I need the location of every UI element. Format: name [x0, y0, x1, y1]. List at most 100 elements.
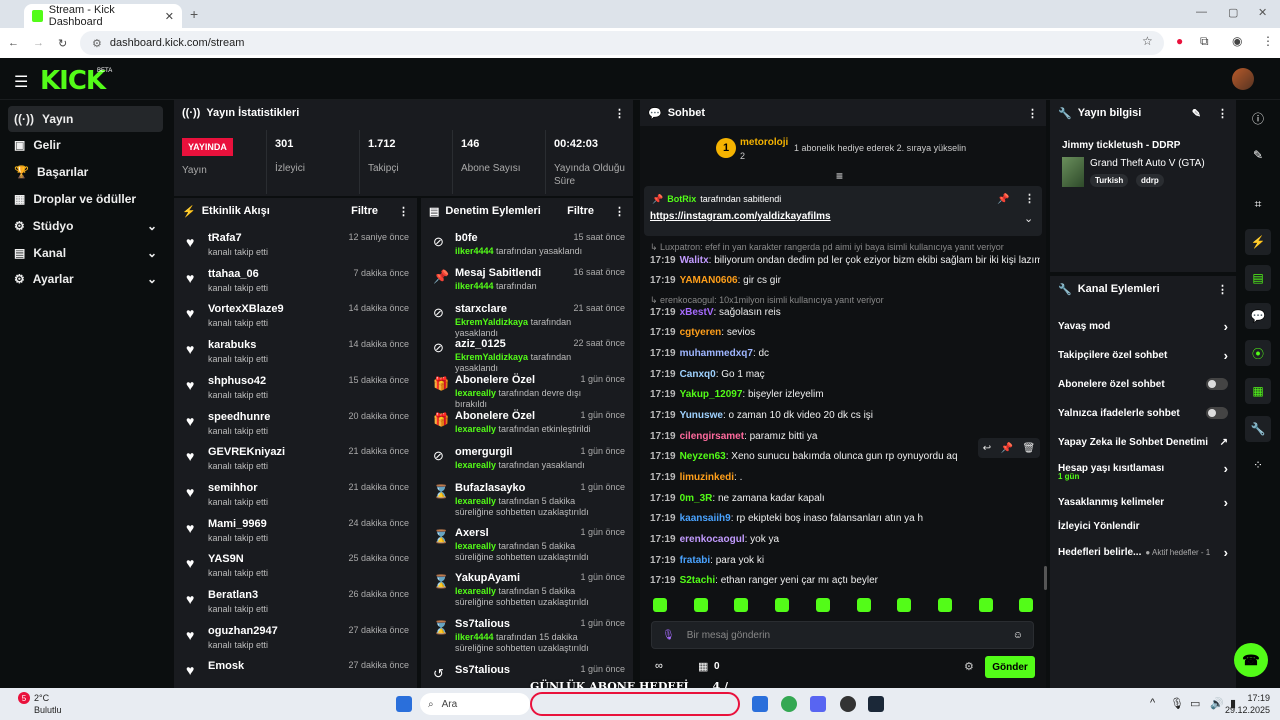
activity-username[interactable]: oguzhan2947: [208, 625, 278, 637]
pin-icon[interactable]: 📌: [1001, 443, 1013, 454]
sidebar-item-gelir[interactable]: ▣ Gelir: [8, 132, 163, 158]
activity-item[interactable]: ♥ karabuks kanalı takip etti 14 dakika ö…: [182, 339, 409, 375]
forward-icon[interactable]: →: [33, 37, 44, 49]
channel-action-item[interactable]: Abonelere özel sohbet: [1058, 374, 1228, 394]
moderator-name[interactable]: lexareally: [455, 496, 496, 506]
edit-icon[interactable]: ✎: [1245, 142, 1271, 168]
emote-icon[interactable]: [856, 598, 871, 612]
message-username[interactable]: cgtyeren: [680, 327, 722, 338]
browser-tab[interactable]: Stream - Kick Dashboard ✕: [24, 4, 182, 28]
top-gifter-name[interactable]: metoroloji: [740, 137, 788, 148]
windows-start-icon[interactable]: [396, 696, 412, 712]
moderator-name[interactable]: lexareally: [455, 460, 496, 470]
channel-action-item[interactable]: Hedefleri belirle... ● Aktif hedefler - 1…: [1058, 542, 1228, 562]
minimize-icon[interactable]: —: [1196, 6, 1207, 18]
chat-message[interactable]: 17:19 kaansaiih9: rp ekipteki boş inaso f…: [650, 513, 1040, 524]
microphone-icon[interactable]: 🎙: [1170, 697, 1184, 710]
user-avatar[interactable]: [1232, 68, 1254, 90]
chat-message[interactable]: 17:19 cgtyeren: sevios: [650, 327, 1040, 338]
activity-username[interactable]: Beratlan3: [208, 589, 258, 601]
message-username[interactable]: kaansaiih9: [680, 513, 731, 524]
emote-icon[interactable]: [978, 598, 993, 612]
channel-action-item[interactable]: Yasaklanmış kelimeler ›: [1058, 492, 1228, 512]
activity-item[interactable]: ♥ speedhunre kanalı takip etti 20 dakika…: [182, 411, 409, 447]
chat-message[interactable]: 17:19 muhammedxq7: dc: [650, 348, 1040, 359]
emote-icon[interactable]: [1019, 598, 1034, 612]
panel-menu-icon[interactable]: ⋮: [1027, 107, 1038, 120]
channel-action-item[interactable]: Yavaş mod ›: [1058, 316, 1228, 336]
moderator-name[interactable]: ilker4444: [455, 281, 494, 291]
store-icon[interactable]: [752, 696, 768, 712]
sidebar-item-ayarlar[interactable]: ⚙ Ayarlar ⌄: [8, 266, 163, 292]
moderation-target[interactable]: Abonelere Özel: [455, 410, 535, 422]
chat-bubble-icon[interactable]: 💬: [1245, 303, 1271, 329]
chat-message[interactable]: 17:19 limuzinkedi: .: [650, 472, 1040, 483]
opera-extension-icon[interactable]: ●: [1176, 34, 1183, 48]
message-username[interactable]: erenkocaogul: [680, 534, 745, 545]
moderator-name[interactable]: EkremYaldizkaya: [455, 317, 528, 327]
message-username[interactable]: fratabi: [680, 555, 711, 566]
moderation-target[interactable]: aziz_0125: [455, 338, 506, 350]
panel-menu-icon[interactable]: ⋮: [1217, 107, 1228, 120]
bookmark-star-icon[interactable]: ☆: [1142, 34, 1153, 48]
address-bar[interactable]: ⚙ dashboard.kick.com/stream: [80, 31, 1164, 55]
store-icon[interactable]: ▦: [698, 660, 708, 673]
moderation-target[interactable]: YakupAyami: [455, 572, 520, 584]
moderation-item[interactable]: ⊘ b0fe ilker4444 tarafından yasaklandı 1…: [429, 232, 625, 268]
tray-chevron-icon[interactable]: ^: [1150, 697, 1155, 709]
info-icon[interactable]: ⓘ: [1245, 105, 1271, 131]
activity-username[interactable]: GEVREKniyazi: [208, 446, 285, 458]
activity-username[interactable]: YAS9N: [208, 553, 244, 565]
message-username[interactable]: muhammedxq7: [680, 348, 753, 359]
activity-username[interactable]: shphuso42: [208, 375, 266, 387]
moderation-target[interactable]: Ss7talious: [455, 664, 510, 676]
sidebar-item-yayin[interactable]: ((·)) Yayın: [8, 106, 163, 132]
close-tab-icon[interactable]: ✕: [165, 10, 174, 23]
message-username[interactable]: Walitx: [680, 255, 709, 266]
help-button[interactable]: ☎: [1234, 643, 1268, 677]
moderation-target[interactable]: Abonelere Özel: [455, 374, 535, 386]
browser-menu-icon[interactable]: ⋮: [1262, 34, 1274, 48]
moderation-item[interactable]: 📌 Mesaj Sabitlendi ilker4444 tarafından …: [429, 267, 625, 303]
message-username[interactable]: Neyzen63: [680, 451, 726, 462]
broadcast-icon[interactable]: ⦿: [1245, 340, 1271, 366]
chat-settings-icon[interactable]: ⚙: [964, 660, 974, 673]
moderation-target[interactable]: Ss7talious: [455, 618, 510, 630]
moderator-name[interactable]: lexareally: [455, 424, 496, 434]
scroll-to-bottom-icon[interactable]: ≡: [836, 169, 843, 183]
moderation-target[interactable]: omergurgil: [455, 446, 512, 458]
message-username[interactable]: 0m_3R: [680, 493, 713, 504]
chat-message[interactable]: 17:19 Yunuswe: o zaman 10 dk video 20 dk …: [650, 410, 1040, 421]
moderation-item[interactable]: ⌛ Ss7talious ilker4444 tarafından 15 dak…: [429, 618, 625, 654]
maximize-icon[interactable]: ▢: [1228, 6, 1238, 19]
channel-action-item[interactable]: Takipçilere özel sohbet ›: [1058, 345, 1228, 365]
activity-username[interactable]: Emosk: [208, 660, 244, 672]
chat-message[interactable]: 17:19 fratabi: para yok ki: [650, 555, 1040, 566]
message-username[interactable]: limuzinkedi: [680, 472, 734, 483]
chat-message[interactable]: 17:19 Canxq0: Go 1 maç: [650, 369, 1040, 380]
filter-button[interactable]: Filtre: [567, 205, 594, 217]
moderator-name[interactable]: ilker4444: [455, 246, 494, 256]
toggle-switch[interactable]: [1206, 407, 1228, 419]
emote-icon[interactable]: [897, 598, 912, 612]
chat-message[interactable]: 17:19 erenkocaogul: yok ya: [650, 534, 1040, 545]
activity-username[interactable]: Mami_9969: [208, 518, 267, 530]
moderator-name[interactable]: EkremYaldizkaya: [455, 352, 528, 362]
chat-message[interactable]: 17:19 S2tachi: ethan ranger yeni çar mı a…: [650, 575, 1040, 586]
site-info-icon[interactable]: ⚙: [92, 37, 102, 50]
activity-item[interactable]: ♥ semihhor kanalı takip etti 21 dakika ö…: [182, 482, 409, 518]
pinned-menu-icon[interactable]: ⋮: [1024, 192, 1035, 205]
moderation-item[interactable]: ⌛ Bufazlasayko lexareally tarafından 5 d…: [429, 482, 625, 518]
message-username[interactable]: Yunuswe: [680, 410, 723, 421]
moderator-name[interactable]: lexareally: [455, 541, 496, 551]
activity-item[interactable]: ♥ shphuso42 kanalı takip etti 15 dakika …: [182, 375, 409, 411]
profile-icon[interactable]: ◉: [1232, 34, 1242, 48]
extensions-icon[interactable]: ⧉: [1200, 34, 1209, 49]
activity-item[interactable]: ♥ VortexXBlaze9 kanalı takip etti 14 dak…: [182, 303, 409, 339]
moderator-name[interactable]: lexareally: [455, 388, 496, 398]
discord-icon[interactable]: [810, 696, 826, 712]
panel-menu-icon[interactable]: ⋮: [614, 107, 625, 120]
chevron-down-icon[interactable]: ⌄: [1024, 212, 1033, 225]
sidebar-item-droplar[interactable]: ▦ Droplar ve ödüller: [8, 186, 163, 212]
send-button[interactable]: Gönder: [985, 656, 1035, 678]
